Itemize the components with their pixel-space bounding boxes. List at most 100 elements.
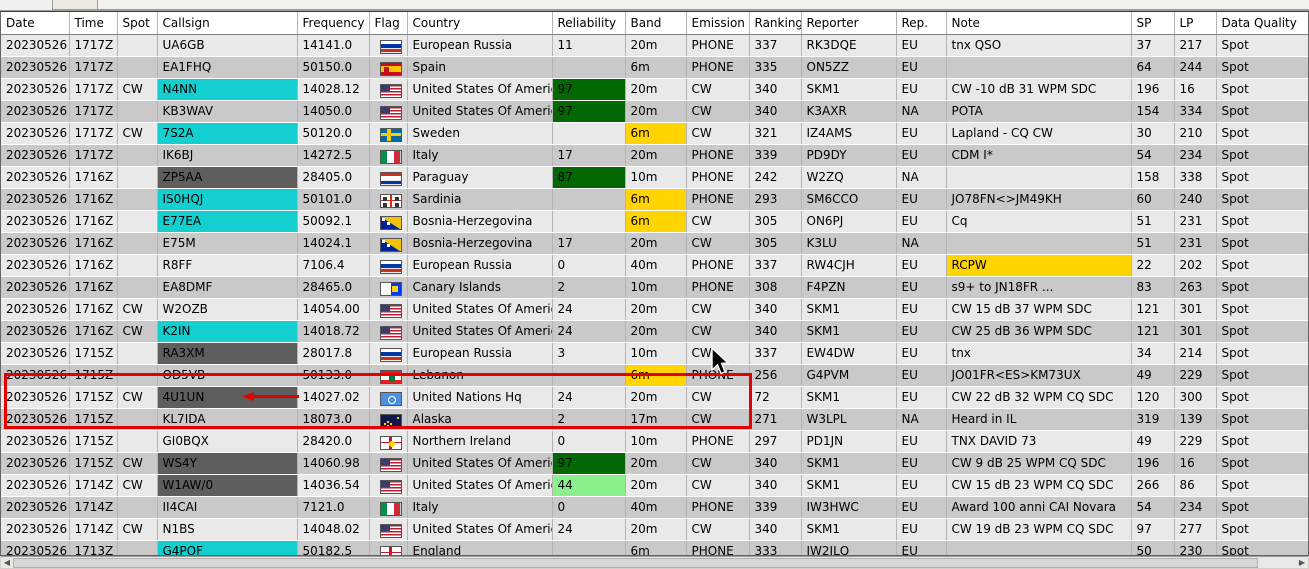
cell-quality: Spot [1216,342,1308,365]
cell-sp: 97 [1131,518,1175,541]
spot-grid-container[interactable]: Date Time Spot Callsign Frequency Flag C… [0,11,1309,556]
table-row[interactable]: 20230526 1715Z CW WS4Y 14060.98 United States… [1,452,1308,475]
cell-spot [117,540,158,555]
cell-date: 20230526 [1,474,70,497]
cell-frequency: 14018.72 [297,320,370,343]
flag-icon-us [379,303,402,318]
cell-note: POTA [946,100,1132,123]
scroll-left-arrow-icon[interactable]: ◀ [1,557,13,568]
table-row[interactable]: 20230526 1717Z KB3WAV 14050.0 United States … [1,100,1308,123]
cell-rep: EU [896,254,947,277]
cell-reporter: ON5ZZ [801,56,897,79]
cell-reliability: 44 [552,474,626,497]
cell-emission: PHONE [686,166,750,189]
table-row[interactable]: 20230526 1715Z GI0BQX 28420.0 Northern Irela… [1,430,1308,453]
col-header-country[interactable]: Country [407,12,553,35]
col-header-date[interactable]: Date [1,12,70,35]
cell-country: Paraguay [407,166,553,189]
table-row[interactable]: 20230526 1715Z CW 4U1UN 14027.02 United Natio… [1,386,1308,409]
cell-country: Canary Islands [407,276,553,299]
flag-icon-un [379,391,402,406]
cell-reporter: SKM1 [801,320,897,343]
cell-reporter: F4PZN [801,276,897,299]
table-row[interactable]: 20230526 1716Z E75M 14024.1 Bosnia-Herzegovi… [1,232,1308,255]
toolbar-button-partial[interactable] [52,0,98,10]
table-row[interactable]: 20230526 1715Z OD5VB 50133.0 Lebanon 6m PHONE 2… [1,364,1308,387]
cell-quality: Spot [1216,232,1308,255]
cell-band: 40m [625,496,687,519]
col-header-quality[interactable]: Data Quality [1216,12,1308,35]
cell-country: United Nations Hq [407,386,553,409]
table-row[interactable]: 20230526 1713Z G4POF 50182.5 England 6m PHONE 3… [1,540,1308,555]
cell-country: United States Of America [407,100,553,123]
col-header-frequency[interactable]: Frequency [297,12,370,35]
cell-emission: CW [686,320,750,343]
col-header-lp[interactable]: LP [1174,12,1217,35]
table-row[interactable]: 20230526 1716Z R8FF 7106.4 European Russia 0 4… [1,254,1308,277]
cell-reporter: IW3HWC [801,496,897,519]
cell-ranking: 340 [749,100,802,123]
table-row[interactable]: 20230526 1716Z EA8DMF 28465.0 Canary Islands… [1,276,1308,299]
table-row[interactable]: 20230526 1716Z CW W2OZB 14054.00 United State… [1,298,1308,321]
table-row[interactable]: 20230526 1716Z E77EA 50092.1 Bosnia-Herzegov… [1,210,1308,233]
scrollbar-thumb[interactable] [13,558,1258,568]
cell-quality: Spot [1216,100,1308,123]
horizontal-scrollbar[interactable]: ◀ ▶ [1,556,1308,568]
cell-reliability [552,210,626,233]
col-header-sp[interactable]: SP [1131,12,1175,35]
cell-frequency: 14027.02 [297,386,370,409]
col-header-time[interactable]: Time [69,12,118,35]
cell-country: European Russia [407,342,553,365]
col-header-reporter[interactable]: Reporter [801,12,897,35]
col-header-rep[interactable]: Rep. [896,12,947,35]
table-row[interactable]: 20230526 1716Z IS0HQJ 50101.0 Sardinia 6m PHON… [1,188,1308,211]
table-row[interactable]: 20230526 1717Z CW N4NN 14028.12 United States… [1,78,1308,101]
spot-table: Date Time Spot Callsign Frequency Flag C… [1,12,1308,555]
col-header-note[interactable]: Note [946,12,1132,35]
cell-frequency: 28465.0 [297,276,370,299]
col-header-spot[interactable]: Spot [117,12,158,35]
cell-callsign: II4CAI [157,496,298,519]
cell-callsign: R8FF [157,254,298,277]
table-row[interactable]: 20230526 1714Z CW W1AW/0 14036.54 United Stat… [1,474,1308,497]
table-row[interactable]: 20230526 1714Z CW N1BS 14048.02 United States… [1,518,1308,541]
cell-sp: 120 [1131,386,1175,409]
col-header-ranking[interactable]: Ranking [749,12,802,35]
scroll-right-arrow-icon[interactable]: ▶ [1296,557,1308,568]
cell-quality: Spot [1216,210,1308,233]
cell-rep: EU [896,144,947,167]
col-header-emission[interactable]: Emission [686,12,750,35]
table-row[interactable]: 20230526 1716Z CW K2IN 14018.72 United States… [1,320,1308,343]
cell-lp: 86 [1174,474,1217,497]
cell-flag [369,276,408,299]
cell-date: 20230526 [1,56,70,79]
cell-note: CW 15 dB 37 WPM SDC [946,298,1132,321]
table-row[interactable]: 20230526 1717Z EA1FHQ 50150.0 Spain 6m PHONE 33… [1,56,1308,79]
flag-icon-ru [379,39,402,54]
col-header-flag[interactable]: Flag [369,12,408,35]
flag-icon-it [379,149,402,164]
cell-note: Lapland - CQ CW [946,122,1132,145]
cell-quality: Spot [1216,254,1308,277]
table-row[interactable]: 20230526 1716Z ZP5AA 28405.0 Paraguay 87 10m PH… [1,166,1308,189]
col-header-band[interactable]: Band [625,12,687,35]
table-row[interactable]: 20230526 1714Z II4CAI 7121.0 Italy 0 40m PHONE 3… [1,496,1308,519]
col-header-reliability[interactable]: Reliability [552,12,626,35]
cell-band: 6m [625,188,687,211]
cell-spot [117,276,158,299]
cell-ranking: 256 [749,364,802,387]
cell-flag [369,540,408,555]
cell-rep: EU [896,540,947,555]
cell-reliability: 2 [552,408,626,431]
cell-emission: PHONE [686,496,750,519]
cell-note: Heard in IL [946,408,1132,431]
cell-rep: EU [896,364,947,387]
col-header-callsign[interactable]: Callsign [157,12,298,35]
table-row[interactable]: 20230526 1717Z IK6BJ 14272.5 Italy 17 20m PHONE… [1,144,1308,167]
table-row[interactable]: 20230526 1715Z RA3XM 28017.8 European Russia… [1,342,1308,365]
cell-reliability: 24 [552,298,626,321]
table-row[interactable]: 20230526 1715Z KL7IDA 18073.0 Alaska 2 17m CW 27… [1,408,1308,431]
table-row[interactable]: 20230526 1717Z UA6GB 14141.0 European Russia… [1,34,1308,57]
flag-icon-sardinia [379,193,402,208]
table-row[interactable]: 20230526 1717Z CW 7S2A 50120.0 Sweden 6m CW 321 I… [1,122,1308,145]
